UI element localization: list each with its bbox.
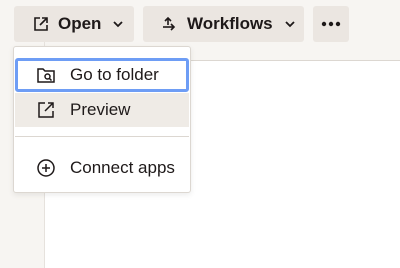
- open-external-icon: [36, 100, 56, 120]
- menu-item-go-to-folder[interactable]: Go to folder: [15, 58, 189, 92]
- folder-search-icon: [36, 65, 56, 85]
- open-dropdown-menu: Go to folder Preview Connect apps: [13, 46, 191, 193]
- menu-item-label: Go to folder: [70, 65, 159, 84]
- more-actions-button[interactable]: [313, 6, 349, 42]
- plus-circle-icon: [36, 158, 56, 178]
- menu-item-connect-apps[interactable]: Connect apps: [15, 151, 189, 185]
- menu-item-label: Connect apps: [70, 158, 175, 177]
- menu-item-label: Preview: [70, 100, 131, 119]
- workflows-icon: [161, 15, 179, 33]
- chevron-down-icon: [283, 17, 297, 31]
- menu-item-preview[interactable]: Preview: [15, 93, 189, 127]
- workflows-button-label: Workflows: [187, 14, 273, 33]
- open-button[interactable]: Open: [14, 6, 134, 42]
- more-horizontal-icon: [321, 21, 341, 27]
- open-button-label: Open: [58, 14, 102, 33]
- chevron-down-icon: [111, 17, 125, 31]
- workflows-button[interactable]: Workflows: [143, 6, 304, 42]
- menu-divider: [15, 136, 189, 137]
- open-external-icon: [32, 15, 50, 33]
